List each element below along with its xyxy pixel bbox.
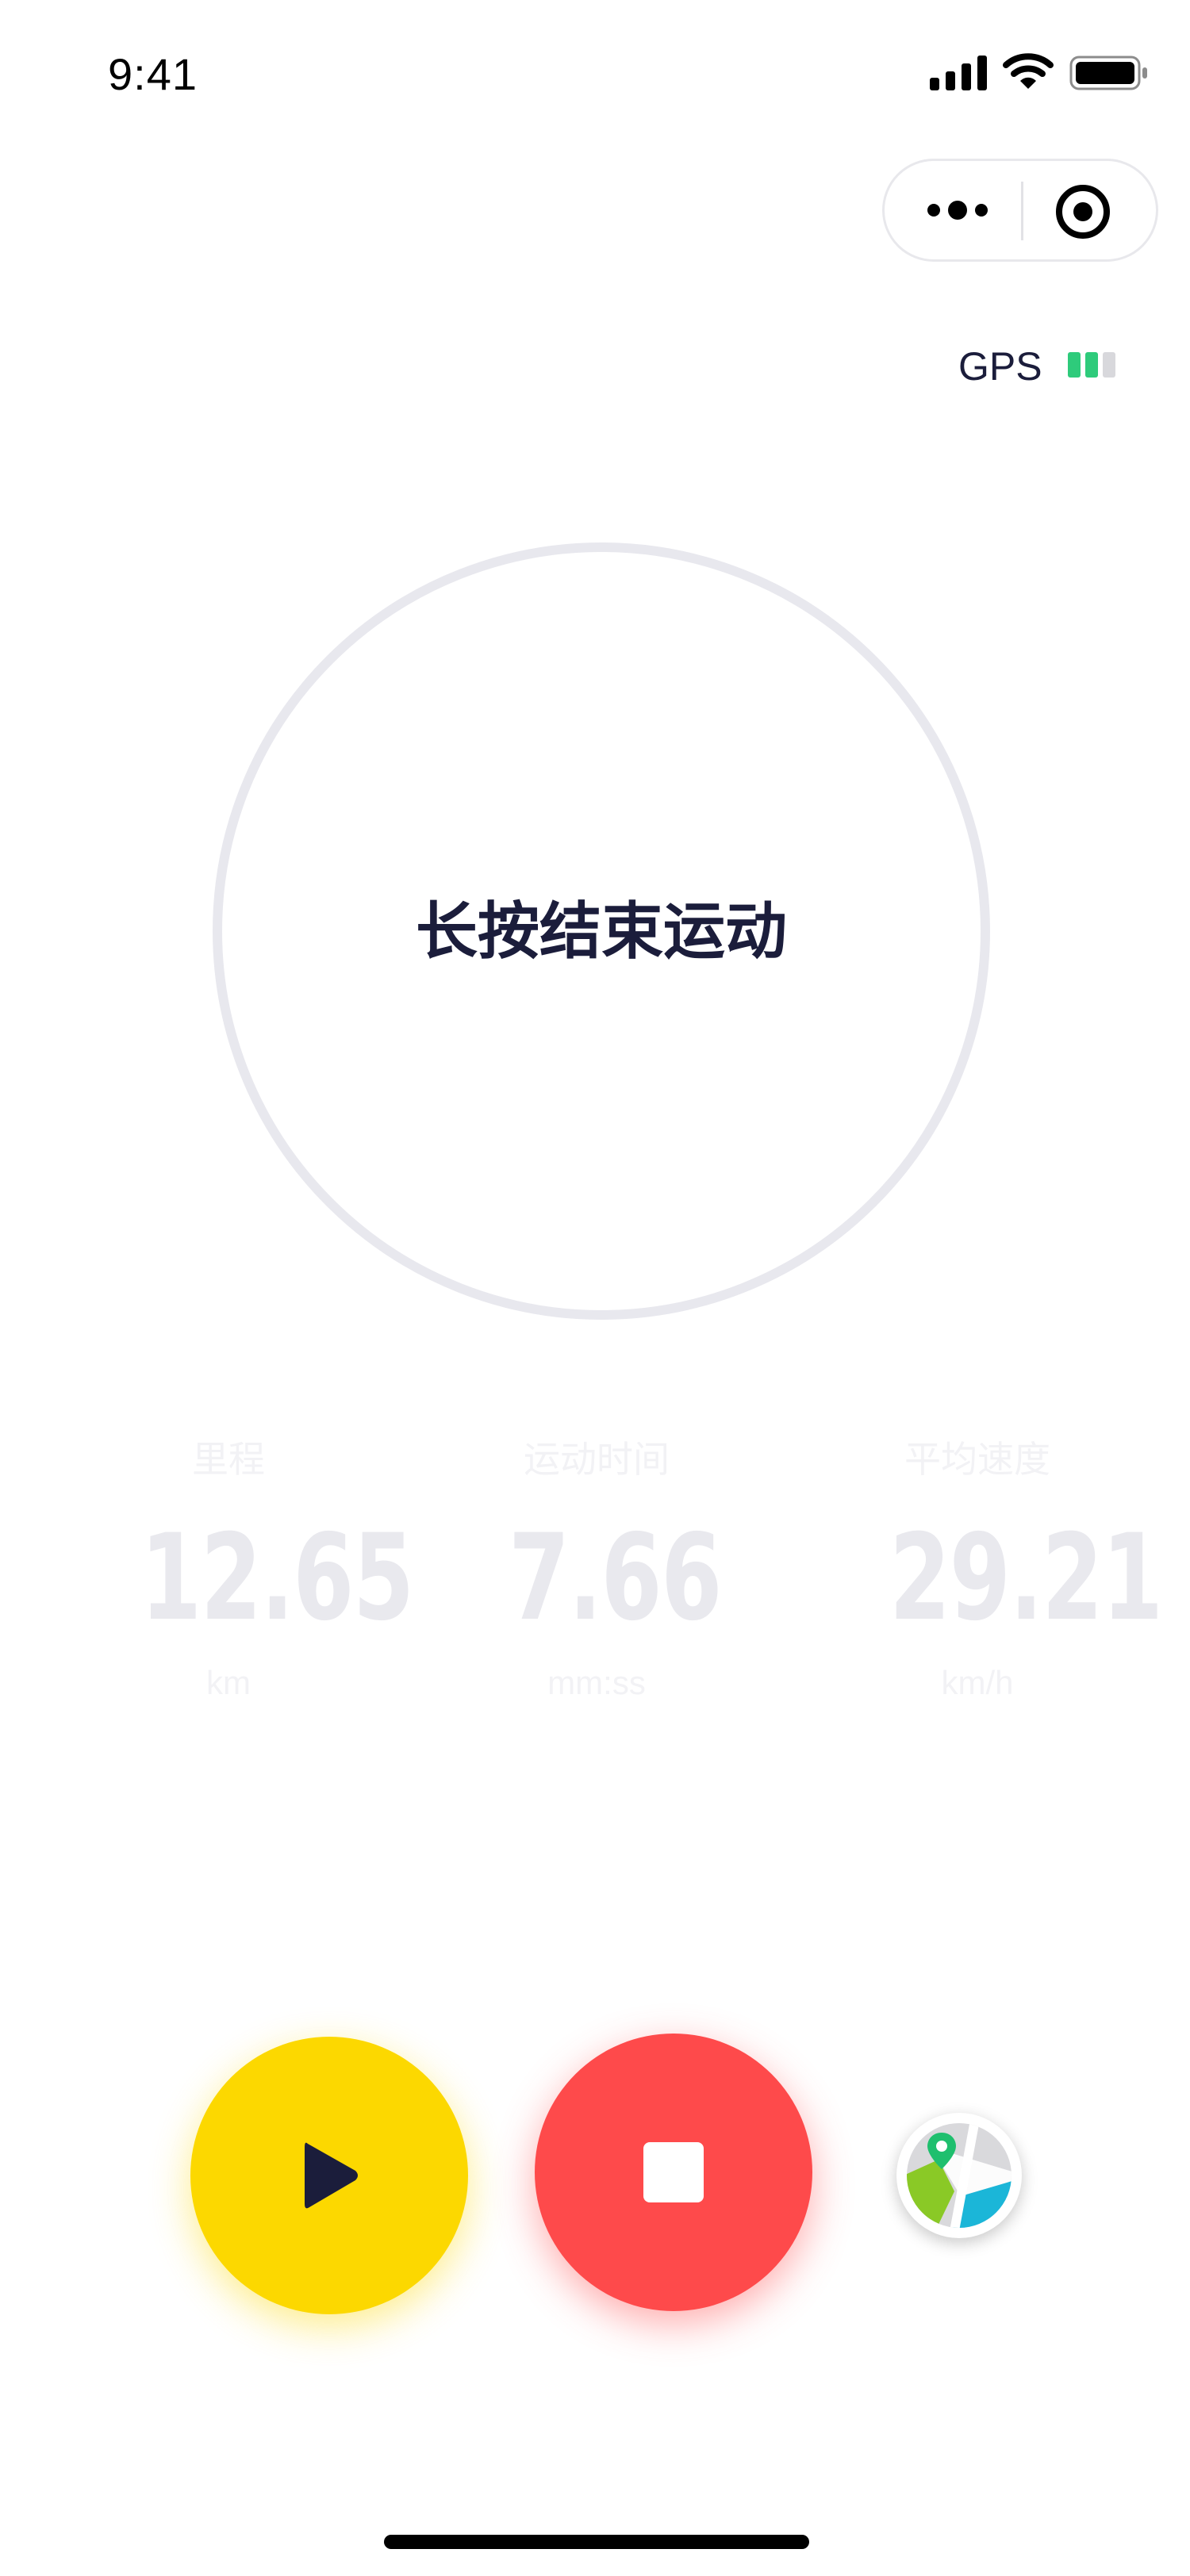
map-button[interactable] (896, 2113, 1022, 2238)
mini-program-capsule (882, 159, 1158, 262)
stat-value: 12.65 (140, 1509, 414, 1647)
stop-icon (643, 2142, 704, 2202)
stat-label: 运动时间 (524, 1439, 670, 1480)
gps-label: GPS (958, 344, 1042, 389)
stop-button[interactable] (535, 2034, 812, 2311)
play-icon (305, 2142, 358, 2209)
map-icon (907, 2123, 1012, 2228)
stat-duration: 运动时间 7.66 mm:ss (478, 1436, 722, 1721)
stat-value: 7.66 (509, 1509, 722, 1647)
wifi-icon (1003, 53, 1054, 89)
end-workout-hint: 长按结束运动 (415, 896, 787, 966)
stat-speed: 平均速度 29.21 km/h (858, 1436, 1163, 1721)
stat-value: 29.21 (889, 1509, 1163, 1647)
gps-signal-icon (1068, 352, 1115, 378)
battery-icon (1069, 56, 1147, 90)
stat-unit: km (206, 1664, 251, 1701)
home-indicator[interactable] (384, 2535, 809, 2549)
status-time: 9:41 (108, 49, 198, 99)
more-dots-icon[interactable] (916, 188, 999, 232)
stat-unit: mm:ss (547, 1664, 646, 1701)
stat-label: 平均速度 (904, 1439, 1050, 1480)
capsule-divider (1021, 182, 1023, 240)
target-close-icon[interactable] (1051, 180, 1115, 243)
stat-unit: km/h (941, 1664, 1014, 1701)
stat-label: 里程 (192, 1439, 265, 1480)
cellular-signal-icon (930, 56, 987, 90)
resume-button[interactable] (190, 2037, 468, 2314)
stat-distance: 里程 12.65 km (109, 1436, 414, 1721)
